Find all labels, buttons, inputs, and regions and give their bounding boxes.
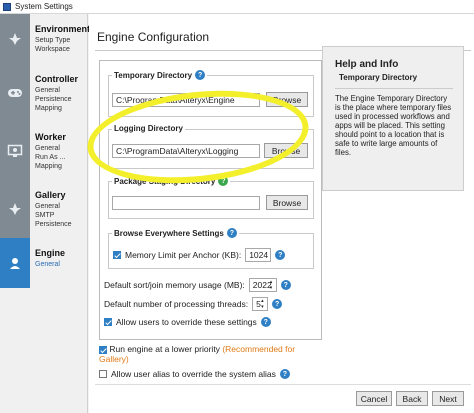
alias-override-label: Allow user alias to override the system …: [111, 369, 276, 379]
memory-limit-checkbox[interactable]: [113, 251, 121, 259]
sidebar: Environment Setup Type Workspace Control…: [0, 14, 91, 413]
leaf-icon: [9, 33, 21, 45]
temp-dir-browse-button[interactable]: Browse: [266, 92, 308, 107]
settings-panel: Temporary Directory ? C:\ProgramData\Alt…: [99, 60, 322, 340]
memory-limit-label: Memory Limit per Anchor (KB):: [125, 250, 242, 260]
sidebar-item-gallery-persistence[interactable]: Persistence: [35, 220, 72, 229]
memory-limit-stepper[interactable]: 1024: [245, 248, 272, 262]
log-dir-group: Logging Directory C:\ProgramData\Alteryx…: [108, 124, 314, 169]
sidebar-item-setup-type[interactable]: Setup Type: [35, 36, 90, 45]
page-title: Engine Configuration: [97, 30, 210, 44]
help-icon[interactable]: ?: [218, 176, 229, 186]
browse-everywhere-label: Browse Everywhere Settings: [114, 228, 224, 238]
sidebar-item-gallery-general[interactable]: General: [35, 202, 72, 211]
pkg-dir-input[interactable]: [112, 196, 260, 210]
sidebar-item-worker-mapping[interactable]: Mapping: [35, 162, 66, 171]
help-icon[interactable]: ?: [226, 228, 237, 238]
sidebar-item-persistence[interactable]: Persistence: [35, 95, 78, 104]
log-dir-input[interactable]: C:\ProgramData\Alteryx\Logging: [112, 144, 260, 158]
memory-limit-value: 1024: [249, 250, 269, 260]
cancel-button[interactable]: Cancel: [356, 391, 392, 406]
help-icon[interactable]: ?: [272, 299, 283, 309]
spinner-arrows-icon[interactable]: ▴ ▾: [270, 279, 276, 291]
sidebar-head-worker: Worker: [35, 132, 66, 142]
help-icon[interactable]: ?: [260, 317, 271, 327]
help-info-title: Help and Info: [335, 59, 399, 70]
browse-everywhere-group: Browse Everywhere Settings ? Memory Limi…: [108, 228, 314, 269]
sidebar-head-controller: Controller: [35, 74, 79, 84]
threads-label: Default number of processing threads:: [104, 299, 249, 309]
divider: [95, 384, 471, 385]
sidebar-group-environment[interactable]: Environment Setup Type Workspace: [0, 14, 91, 64]
sidebar-head-engine: Engine: [35, 248, 66, 258]
threads-stepper[interactable]: 5 ▴ ▾: [252, 297, 269, 311]
sidebar-group-worker[interactable]: Worker General Run As ... Mapping: [0, 122, 88, 180]
help-icon[interactable]: ?: [195, 70, 206, 80]
sidebar-item-workspace[interactable]: Workspace: [35, 45, 90, 54]
sidebar-item-run-as[interactable]: Run As ...: [35, 153, 66, 162]
log-dir-browse-button[interactable]: Browse: [264, 143, 308, 158]
sidebar-item-worker-general[interactable]: General: [35, 144, 66, 153]
divider: [335, 88, 453, 89]
sidebar-group-engine[interactable]: Engine General: [0, 238, 88, 288]
sort-join-label: Default sort/join memory usage (MB):: [104, 280, 245, 290]
back-button[interactable]: Back: [396, 391, 428, 406]
window-title: System Settings: [15, 2, 73, 11]
sidebar-item-smtp[interactable]: SMTP: [35, 211, 72, 220]
leaf-icon: [9, 203, 21, 215]
app-icon: [3, 2, 11, 11]
log-dir-label: Logging Directory: [114, 124, 183, 133]
pkg-dir-label: Package Staging Directory: [114, 176, 216, 186]
help-icon[interactable]: ?: [275, 250, 286, 260]
run-lower-priority-label: Run engine at a lower priority: [109, 344, 220, 354]
help-info-panel: Help and Info Temporary Directory The En…: [322, 46, 464, 191]
help-icon[interactable]: ?: [280, 280, 291, 290]
allow-override-checkbox[interactable]: [104, 318, 112, 326]
window-titlebar: System Settings: [0, 0, 474, 14]
sidebar-item-controller-general[interactable]: General: [35, 86, 78, 95]
main-content: Engine Configuration Temporary Directory…: [89, 14, 474, 413]
help-info-subtitle: Temporary Directory: [339, 73, 418, 82]
sidebar-group-controller[interactable]: Controller General Persistence Mapping: [0, 64, 88, 122]
next-button[interactable]: Next: [432, 391, 464, 406]
help-icon[interactable]: ?: [279, 369, 290, 379]
run-lower-priority-checkbox[interactable]: [99, 345, 107, 354]
monitor-icon: [7, 144, 23, 157]
sidebar-item-controller-mapping[interactable]: Mapping: [35, 104, 78, 113]
sidebar-item-engine-general[interactable]: General: [35, 260, 65, 269]
pkg-dir-browse-button[interactable]: Browse: [266, 195, 308, 210]
temp-dir-label: Temporary Directory: [114, 70, 193, 80]
allow-override-label: Allow users to override these settings: [116, 317, 257, 327]
engine-icon: [10, 258, 20, 269]
sort-join-stepper[interactable]: 2022 ▴ ▾: [248, 278, 277, 292]
spinner-arrows-icon[interactable]: ▴ ▾: [261, 298, 267, 310]
sidebar-head-environment: Environment: [35, 24, 91, 34]
sidebar-head-gallery: Gallery: [35, 190, 66, 200]
temp-dir-group: Temporary Directory ? C:\ProgramData\Alt…: [108, 70, 314, 117]
pkg-dir-group: Package Staging Directory ? Browse: [108, 176, 314, 219]
temp-dir-input[interactable]: C:\ProgramData\Alteryx\Engine: [112, 93, 260, 107]
alias-override-checkbox[interactable]: [99, 370, 107, 378]
help-info-body: The Engine Temporary Directory is the pl…: [335, 94, 452, 157]
gamepad-icon: [8, 89, 22, 97]
sidebar-group-gallery[interactable]: Gallery General SMTP Persistence: [0, 180, 88, 238]
